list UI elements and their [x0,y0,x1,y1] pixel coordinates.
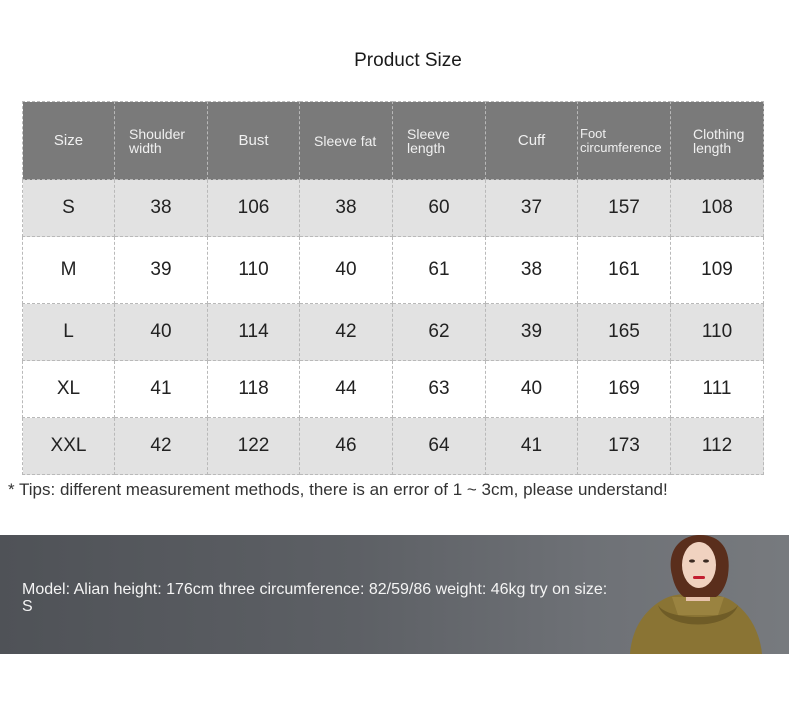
table-cell: 38 [114,179,208,237]
table-cell: S [22,179,115,237]
table-cell: 39 [485,303,578,361]
table-cell: 173 [577,417,671,475]
table-cell: 62 [392,303,486,361]
table-cell: 157 [577,179,671,237]
table-cell: 64 [392,417,486,475]
column-header-sleeve-fat: Sleeve fat [299,101,393,180]
table-row: L 40 114 42 62 39 165 110 [22,303,764,361]
table-cell: 44 [299,360,393,418]
model-banner: Model: Alian height: 176cm three circumf… [0,535,789,654]
table-cell: M [22,236,115,304]
measurement-tip: * Tips: different measurement methods, t… [8,480,668,499]
table-cell: 40 [114,303,208,361]
table-cell: 39 [114,236,208,304]
table-cell: XL [22,360,115,418]
table-row: XXL 42 122 46 64 41 173 112 [22,417,764,475]
table-cell: 114 [207,303,300,361]
table-header-row: Size Shoulder width Bust Sleeve fat Slee… [22,101,764,180]
table-cell: 37 [485,179,578,237]
table-cell: 109 [670,236,764,304]
table-cell: 161 [577,236,671,304]
table-cell: 38 [299,179,393,237]
table-cell: 110 [670,303,764,361]
column-header-cuff: Cuff [485,101,578,180]
table-cell: 108 [670,179,764,237]
page-title: Product Size [354,50,462,71]
model-photo-icon [630,535,762,654]
table-row: M 39 110 40 61 38 161 109 [22,236,764,304]
table-cell: 169 [577,360,671,418]
column-header-shoulder-width: Shoulder width [114,101,208,180]
table-cell: 42 [299,303,393,361]
table-cell: 110 [207,236,300,304]
table-cell: 40 [299,236,393,304]
table-cell: 42 [114,417,208,475]
table-cell: L [22,303,115,361]
table-cell: 41 [114,360,208,418]
table-cell: 165 [577,303,671,361]
table-cell: 46 [299,417,393,475]
table-cell: 111 [670,360,764,418]
table-cell: 41 [485,417,578,475]
table-cell: 122 [207,417,300,475]
table-cell: 61 [392,236,486,304]
column-header-foot-circumference: Foot circumference [577,101,671,180]
table-row: XL 41 118 44 63 40 169 111 [22,360,764,418]
table-cell: 63 [392,360,486,418]
model-info-text: Model: Alian height: 176cm three circumf… [22,581,608,615]
size-table: Size Shoulder width Bust Sleeve fat Slee… [22,101,764,475]
table-row: S 38 106 38 60 37 157 108 [22,179,764,237]
table-cell: 106 [207,179,300,237]
table-cell: 40 [485,360,578,418]
column-header-sleeve-length: Sleeve length [392,101,486,180]
table-cell: 38 [485,236,578,304]
table-cell: 60 [392,179,486,237]
column-header-bust: Bust [207,101,300,180]
table-cell: 118 [207,360,300,418]
table-cell: XXL [22,417,115,475]
table-cell: 112 [670,417,764,475]
column-header-clothing-length: Clothing length [670,101,764,180]
column-header-size: Size [22,101,115,180]
